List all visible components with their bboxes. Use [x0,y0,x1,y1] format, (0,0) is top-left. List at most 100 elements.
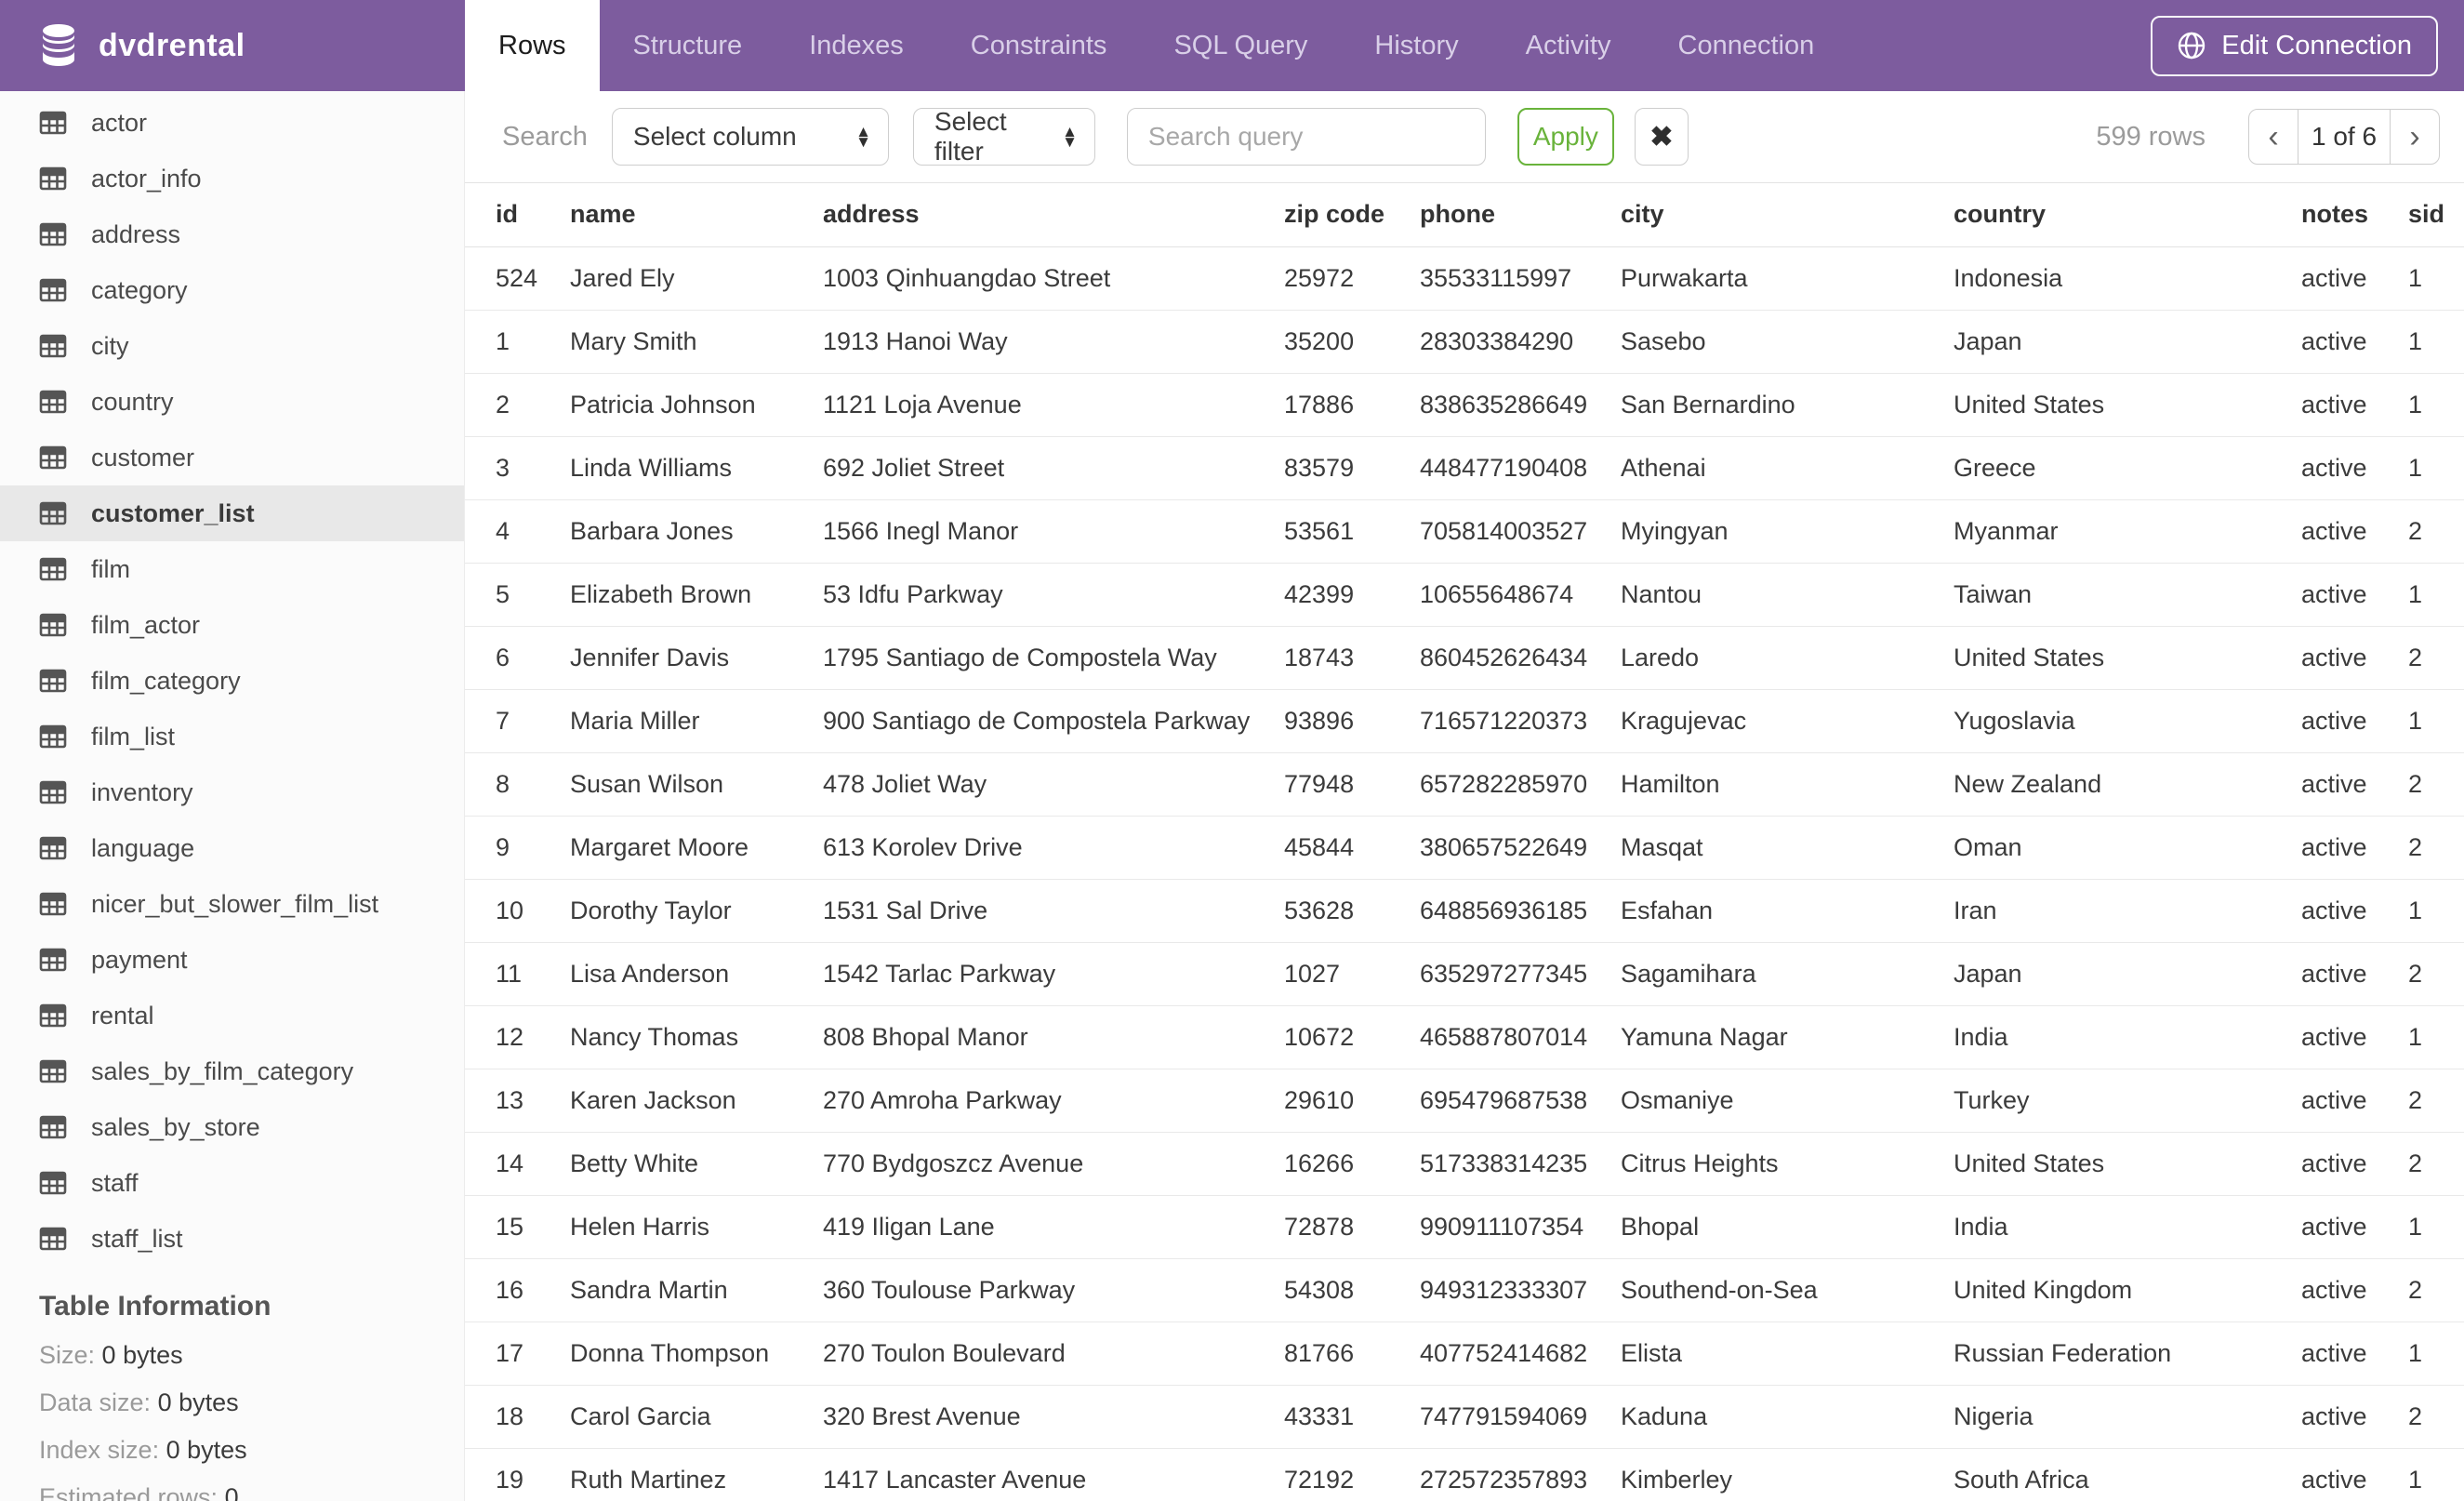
table-row[interactable]: 18 Carol Garcia 320 Brest Avenue 43331 7… [465,1385,2464,1449]
cell-sid: 2 [2408,1132,2464,1196]
main-panel: Search Select column ▲ ▼ Select filter ▲ ▼… [465,91,2464,1501]
sidebar-table-item[interactable]: city [0,318,464,374]
column-header: notes [2301,183,2408,247]
app-header: dvdrental Rows Structure Indexes Constra… [0,0,2464,91]
table-row[interactable]: 15 Helen Harris 419 Iligan Lane 72878 99… [465,1195,2464,1259]
cell-name: Maria Miller [570,689,823,753]
cell-city: Bhopal [1621,1195,1954,1259]
filter-select[interactable]: Select filter ▲ ▼ [912,107,1095,166]
table-icon [39,111,67,135]
cell-name: Helen Harris [570,1195,823,1259]
sidebar-table-item[interactable]: staff [0,1155,464,1211]
cell-id: 15 [465,1195,570,1259]
search-query-field [1126,108,1486,166]
column-select[interactable]: Select column ▲ ▼ [611,108,889,166]
tab[interactable]: Rows [465,0,600,91]
table-icon [39,334,67,358]
cell-name: Mary Smith [570,310,823,374]
cell-zip: 81766 [1284,1322,1420,1386]
sidebar-table-item[interactable]: sales_by_store [0,1099,464,1155]
cell-sid: 1 [2408,436,2464,500]
sidebar-table-item[interactable]: category [0,262,464,318]
cell-address: 1913 Hanoi Way [823,310,1284,374]
sidebar-table-item[interactable]: film_category [0,653,464,709]
cell-address: 478 Joliet Way [823,752,1284,817]
cell-country: Iran [1954,879,2301,943]
table-row[interactable]: 2 Patricia Johnson 1121 Loja Avenue 1788… [465,373,2464,437]
stat-value: 0 [224,1483,239,1501]
tab[interactable]: History [1341,0,1491,91]
table-row[interactable]: 6 Jennifer Davis 1795 Santiago de Compos… [465,626,2464,690]
cell-city: Purwakarta [1621,246,1954,311]
sidebar-table-item[interactable]: film_actor [0,597,464,653]
cell-address: 1566 Inegl Manor [823,499,1284,564]
brand: dvdrental [0,0,465,91]
sidebar-table-item[interactable]: rental [0,988,464,1043]
table-row[interactable]: 5 Elizabeth Brown 53 Idfu Parkway 42399 … [465,563,2464,627]
sidebar-table-item[interactable]: staff_list [0,1211,464,1267]
tab[interactable]: Connection [1645,0,1848,91]
sidebar-table-item[interactable]: payment [0,932,464,988]
table-row[interactable]: 13 Karen Jackson 270 Amroha Parkway 2961… [465,1069,2464,1133]
table-row[interactable]: 7 Maria Miller 900 Santiago de Compostel… [465,689,2464,753]
table-row[interactable]: 524 Jared Ely 1003 Qinhuangdao Street 25… [465,246,2464,311]
sidebar-table-item[interactable]: nicer_but_slower_film_list [0,876,464,932]
search-query-input[interactable] [1147,122,1464,153]
table-row[interactable]: 14 Betty White 770 Bydgoszcz Avenue 1626… [465,1132,2464,1196]
cell-city: Sasebo [1621,310,1954,374]
table-icon [39,948,67,972]
sidebar-table-name: nicer_but_slower_film_list [91,889,379,918]
table-icon [39,166,67,191]
sidebar-table-item[interactable]: inventory [0,764,464,820]
cell-id: 8 [465,752,570,817]
tab[interactable]: Activity [1492,0,1645,91]
tab[interactable]: Structure [600,0,776,91]
cell-address: 1003 Qinhuangdao Street [823,246,1284,311]
cell-address: 900 Santiago de Compostela Parkway [823,689,1284,753]
sidebar-table-item[interactable]: country [0,374,464,430]
apply-button[interactable]: Apply [1517,108,1614,166]
cell-city: Laredo [1621,626,1954,690]
sidebar-table-item[interactable]: actor_info [0,151,464,206]
table-row[interactable]: 1 Mary Smith 1913 Hanoi Way 35200 283033… [465,310,2464,374]
column-header: phone [1420,183,1621,247]
sidebar-table-item[interactable]: actor [0,95,464,151]
select-arrows-icon: ▲ ▼ [1062,123,1078,152]
next-page-button[interactable]: › [2391,110,2439,164]
table-information-stat: Estimated rows: 0 [0,1474,464,1501]
sidebar-table-item[interactable]: film [0,541,464,597]
cell-sid: 2 [2408,752,2464,817]
cell-name: Jared Ely [570,246,823,311]
sidebar-table-item[interactable]: address [0,206,464,262]
table-row[interactable]: 8 Susan Wilson 478 Joliet Way 77948 6572… [465,752,2464,817]
cell-address: 1795 Santiago de Compostela Way [823,626,1284,690]
table-row[interactable]: 16 Sandra Martin 360 Toulouse Parkway 54… [465,1258,2464,1322]
tab[interactable]: Constraints [937,0,1141,91]
table-row[interactable]: 11 Lisa Anderson 1542 Tarlac Parkway 102… [465,942,2464,1006]
prev-page-button[interactable]: ‹ [2249,110,2298,164]
cell-zip: 10672 [1284,1005,1420,1069]
cell-zip: 72878 [1284,1195,1420,1259]
tab[interactable]: Indexes [775,0,937,91]
table-row[interactable]: 17 Donna Thompson 270 Toulon Boulevard 8… [465,1322,2464,1386]
table-row[interactable]: 9 Margaret Moore 613 Korolev Drive 45844… [465,816,2464,880]
cell-country: New Zealand [1954,752,2301,817]
table-row[interactable]: 10 Dorothy Taylor 1531 Sal Drive 53628 6… [465,879,2464,943]
sidebar-table-name: payment [91,945,188,974]
sidebar-table-item[interactable]: sales_by_film_category [0,1043,464,1099]
pagination: ‹ 1 of 6 › [2248,109,2440,166]
table-row[interactable]: 12 Nancy Thomas 808 Bhopal Manor 10672 4… [465,1005,2464,1069]
sidebar-table-item[interactable]: film_list [0,709,464,764]
edit-connection-label: Edit Connection [2221,30,2412,60]
sidebar-table-item[interactable]: language [0,820,464,876]
edit-connection-button[interactable]: Edit Connection [2151,15,2438,76]
table-row[interactable]: 19 Ruth Martinez 1417 Lancaster Avenue 7… [465,1448,2464,1501]
clear-search-button[interactable]: ✖ [1634,108,1689,166]
cell-id: 19 [465,1448,570,1501]
table-row[interactable]: 4 Barbara Jones 1566 Inegl Manor 53561 7… [465,499,2464,564]
table-row[interactable]: 3 Linda Williams 692 Joliet Street 83579… [465,436,2464,500]
sidebar-table-item[interactable]: customer_list [0,485,464,541]
tab[interactable]: SQL Query [1140,0,1341,91]
sidebar-table-item[interactable]: customer [0,430,464,485]
table-icon [39,780,67,804]
